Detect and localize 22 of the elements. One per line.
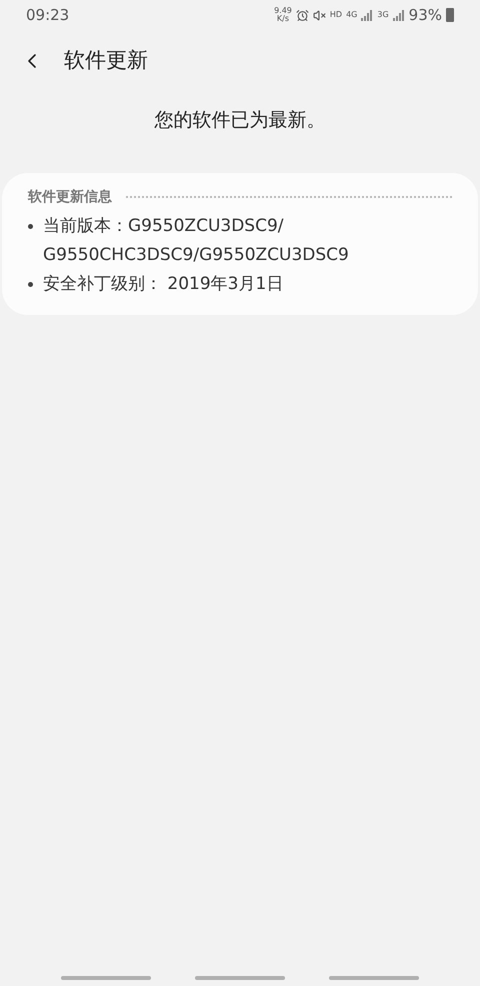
nav-handle[interactable] bbox=[61, 976, 151, 980]
mute-icon bbox=[312, 8, 326, 22]
net-speed: 9.49 bbox=[274, 7, 292, 15]
nav-handle[interactable] bbox=[195, 976, 285, 980]
battery-icon bbox=[446, 8, 454, 22]
network-label: 3G bbox=[377, 9, 389, 21]
signal-icon bbox=[361, 10, 374, 20]
alarm-icon bbox=[296, 8, 309, 22]
nav-handle[interactable] bbox=[329, 976, 419, 980]
info-item: 当前版本：G9550ZCU3DSC9/ G9550CHC3DSC9/G9550ZCU3DSC9 bbox=[43, 214, 350, 266]
card-title: 软件更新信息 bbox=[28, 188, 112, 206]
info-item: 安全补丁级别： 2019年3月1日 bbox=[43, 272, 284, 296]
status-time: 09:23 bbox=[26, 4, 70, 26]
signal-icon bbox=[392, 10, 405, 20]
battery-percent: 93% bbox=[408, 4, 442, 26]
page-title: 软件更新 bbox=[64, 47, 148, 74]
bullet-icon bbox=[28, 224, 33, 228]
hd-label: HD bbox=[330, 9, 342, 21]
network-label: 4G bbox=[346, 9, 358, 21]
bullet-icon bbox=[28, 282, 33, 286]
net-unit: K/s bbox=[276, 15, 290, 23]
status-message: 您的软件已为最新。 bbox=[154, 108, 326, 133]
